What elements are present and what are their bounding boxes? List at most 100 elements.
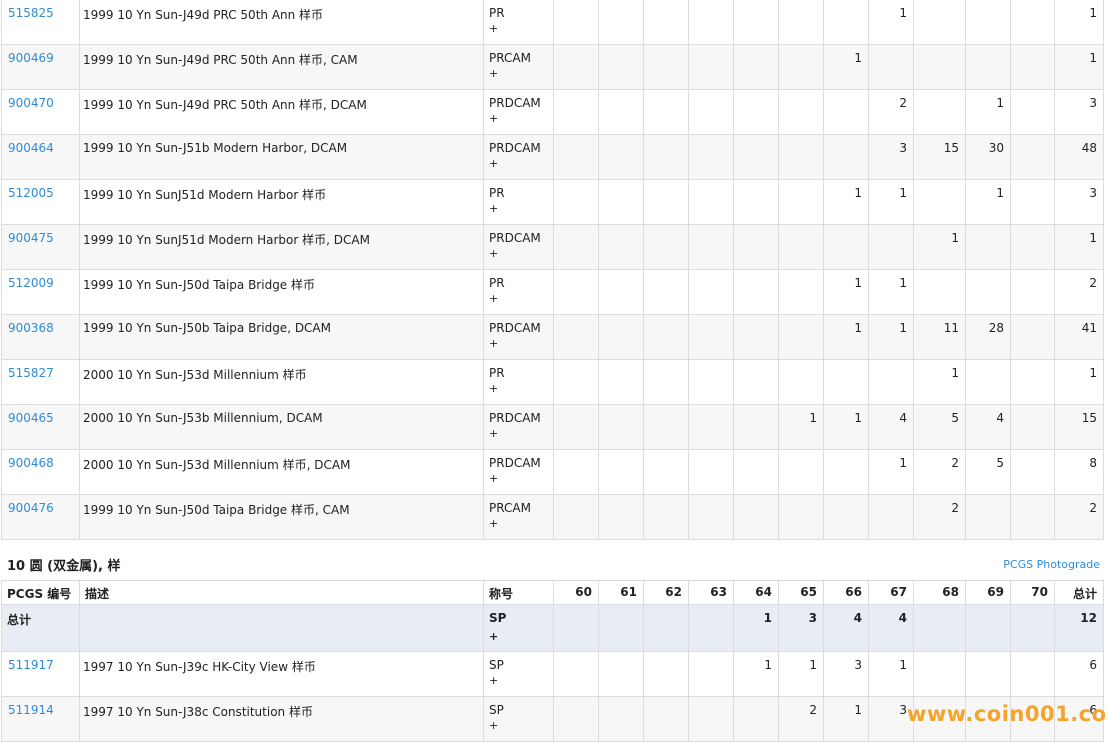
- plus-designation-link[interactable]: +: [489, 112, 498, 125]
- grade-count-cell: [553, 44, 599, 90]
- designation-cell: PRCAM +: [483, 494, 554, 540]
- grade-count-cell: [598, 494, 644, 540]
- grade-count-cell: [553, 89, 599, 135]
- grade-count-cell: 11: [913, 314, 966, 360]
- grade-count-cell: [823, 449, 869, 495]
- plus-designation-link[interactable]: +: [489, 719, 498, 732]
- designation-cell: SP +: [483, 651, 554, 697]
- plus-designation-link[interactable]: +: [489, 67, 498, 80]
- pcgs-number-link[interactable]: 515825: [8, 6, 54, 20]
- designation: PRDCAM: [489, 321, 541, 335]
- grade-count-cell: [733, 44, 779, 90]
- grade-count-cell: [913, 0, 966, 45]
- pcgs-number-link[interactable]: 515827: [8, 366, 54, 380]
- pcgs-number-link[interactable]: 900475: [8, 231, 54, 245]
- plus-designation-link[interactable]: +: [489, 630, 498, 643]
- total-count-cell: 2: [1054, 494, 1104, 540]
- pcgs-number-link[interactable]: 900468: [8, 456, 54, 470]
- grade-count-cell: [688, 494, 734, 540]
- pcgs-number-link[interactable]: 511914: [8, 703, 54, 717]
- pcgs-number-link[interactable]: 511917: [8, 658, 54, 672]
- grade-count: 2: [809, 703, 817, 717]
- grade-count-cell: [643, 314, 689, 360]
- grade-count-cell: [688, 44, 734, 90]
- grade-count-cell: [688, 359, 734, 405]
- grade-count-cell: [913, 89, 966, 135]
- total-count-cell: 1: [1054, 0, 1104, 45]
- grade-count-cell: [823, 359, 869, 405]
- pcgs-number-link[interactable]: 900465: [8, 411, 54, 425]
- pcgs-number-cell: 900468: [1, 449, 80, 495]
- plus-designation-link[interactable]: +: [489, 247, 498, 260]
- designation: PRCAM: [489, 501, 531, 515]
- plus-designation-link[interactable]: +: [489, 382, 498, 395]
- pcgs-number-cell: 900465: [1, 404, 80, 450]
- total-count: 41: [1081, 321, 1097, 335]
- grade-count: 3: [899, 141, 907, 155]
- grade-count: 1: [899, 658, 907, 672]
- pcgs-number-link[interactable]: 900476: [8, 501, 54, 515]
- total-count: 2: [1089, 501, 1097, 515]
- photograde-link[interactable]: PCGS Photograde: [1003, 558, 1100, 571]
- grade-count: 3: [808, 611, 817, 625]
- description-cell: 1999 10 Yn Sun-J50d Taipa Bridge 样币, CAM: [79, 494, 484, 540]
- total-row: 总计 SP +1 3 4 4 12: [1, 604, 1104, 652]
- grade-count: 1: [764, 658, 772, 672]
- grade-count-cell: 1: [965, 89, 1011, 135]
- plus-designation-link[interactable]: +: [489, 292, 498, 305]
- grade-count-cell: [778, 314, 824, 360]
- grade-count-cell: [598, 134, 644, 180]
- grade-count-cell: [733, 359, 779, 405]
- grade-count-cell: [733, 89, 779, 135]
- table-header-row: PCGS 编号 描述 称号 60 61 62 63 64 65 66 67 68 69 70 总计: [1, 580, 1104, 605]
- plus-designation-link[interactable]: +: [489, 157, 498, 170]
- total-count-cell: 1: [1054, 224, 1104, 270]
- grade-count-cell: [643, 269, 689, 315]
- grade-count-cell: [1010, 89, 1055, 135]
- pcgs-number-link[interactable]: 900469: [8, 51, 54, 65]
- grade-count-cell: 3: [778, 604, 824, 652]
- designation: PR: [489, 366, 505, 380]
- grade-count-cell: [553, 269, 599, 315]
- grade-count: 2: [951, 501, 959, 515]
- grade-count-cell: 1: [823, 269, 869, 315]
- header-label: 61: [620, 585, 637, 599]
- grade-count-cell: [553, 651, 599, 697]
- plus-designation-link[interactable]: +: [489, 674, 498, 687]
- grade-count: 11: [943, 321, 959, 335]
- grade-count-cell: 1: [868, 651, 914, 697]
- grade-count-cell: [598, 359, 644, 405]
- designation-cell: SP +: [483, 604, 554, 652]
- grade-count-cell: [643, 494, 689, 540]
- header-label: 63: [710, 585, 727, 599]
- designation: SP: [489, 703, 504, 717]
- grade-count: 2: [951, 456, 959, 470]
- grade-count-cell: [553, 449, 599, 495]
- plus-designation-link[interactable]: +: [489, 22, 498, 35]
- grade-count-cell: [965, 44, 1011, 90]
- pcgs-number-link[interactable]: 900464: [8, 141, 54, 155]
- grade-count-cell: [868, 359, 914, 405]
- pcgs-number-cell: 900469: [1, 44, 80, 90]
- description-cell: 1999 10 Yn Sun-J51b Modern Harbor, DCAM: [79, 134, 484, 180]
- grade-count-cell: [643, 224, 689, 270]
- description-cell: 1997 10 Yn Sun-J38c Constitution 样币: [79, 696, 484, 742]
- grade-count-cell: [1010, 494, 1055, 540]
- header-grade-70: 70: [1010, 580, 1055, 605]
- pcgs-number-cell: 900470: [1, 89, 80, 135]
- grade-count-cell: [1010, 449, 1055, 495]
- grade-count-cell: 1: [913, 224, 966, 270]
- grade-count-cell: [688, 269, 734, 315]
- pcgs-number-link[interactable]: 900368: [8, 321, 54, 335]
- pcgs-number-link[interactable]: 900470: [8, 96, 54, 110]
- plus-designation-link[interactable]: +: [489, 472, 498, 485]
- plus-designation-link[interactable]: +: [489, 202, 498, 215]
- plus-designation-link[interactable]: +: [489, 517, 498, 530]
- plus-designation-link[interactable]: +: [489, 427, 498, 440]
- grade-count: 1: [951, 366, 959, 380]
- plus-designation-link[interactable]: +: [489, 337, 498, 350]
- pcgs-number-link[interactable]: 512005: [8, 186, 54, 200]
- total-label-cell: 总计: [1, 604, 80, 652]
- pcgs-number-link[interactable]: 512009: [8, 276, 54, 290]
- grade-count-cell: [688, 651, 734, 697]
